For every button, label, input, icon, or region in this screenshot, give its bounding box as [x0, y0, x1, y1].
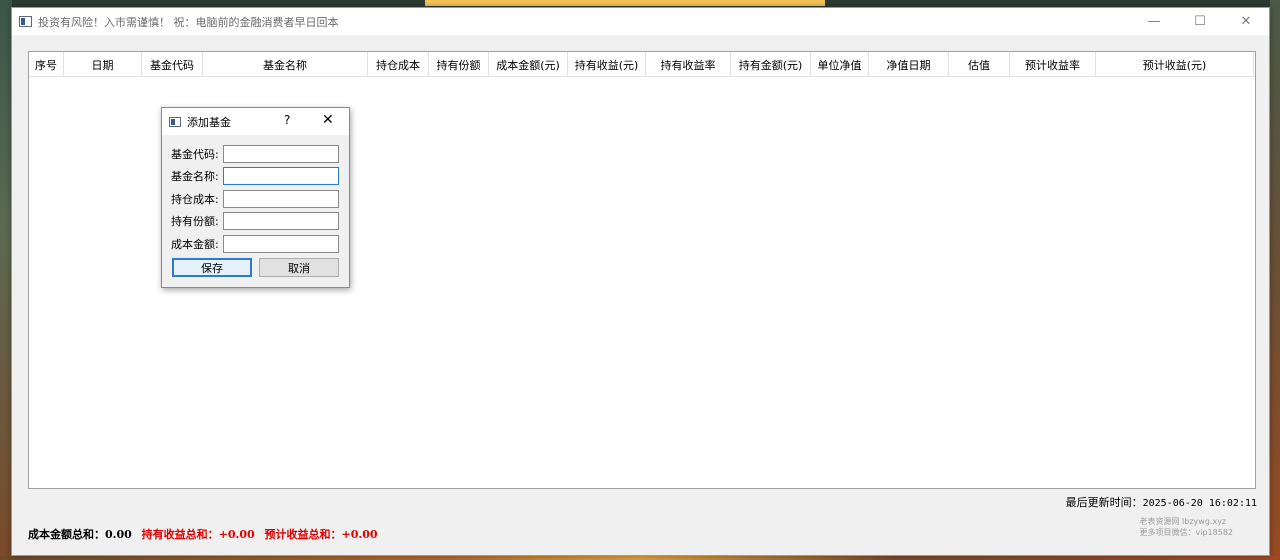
dialog-title-bar[interactable]: 添加基金 ? ✕ [162, 108, 349, 135]
expected-profit-label: 预计收益总和： [264, 528, 342, 541]
fund-code-input[interactable] [223, 145, 339, 163]
cost-amount-label: 成本金额: [171, 238, 219, 251]
dialog-close-button[interactable]: ✕ [322, 112, 334, 128]
last-update-time: 2025-06-20 16:02:11 [1142, 498, 1257, 509]
minimize-button[interactable]: — [1131, 8, 1177, 35]
form-row-fund-code: 基金代码: [171, 145, 339, 163]
holding-shares-input[interactable] [223, 212, 339, 230]
column-header-fund-name[interactable]: 基金名称 [203, 52, 368, 77]
form-row-holding-shares: 持有份额: [171, 212, 339, 230]
holding-profit-label: 持有收益总和： [141, 528, 219, 541]
close-button[interactable]: ✕ [1223, 8, 1269, 35]
column-header-unit-nav[interactable]: 单位净值 [811, 52, 869, 77]
add-fund-dialog: 添加基金 ? ✕ 基金代码: 基金名称: 持仓成本: 持有份额: 成本金额: 保… [161, 107, 350, 288]
cost-total-label: 成本金额总和： [28, 528, 105, 541]
column-header-holding-amount[interactable]: 持有金额(元) [731, 52, 811, 77]
desktop-banner-strip [425, 0, 825, 6]
last-update-status: 最后更新时间：2025-06-20 16:02:11 [1066, 494, 1257, 510]
desktop-background-right [1270, 0, 1280, 560]
cost-total-value: 0.00 [105, 528, 132, 541]
cancel-button[interactable]: 取消 [259, 258, 339, 277]
fund-code-label: 基金代码: [171, 148, 219, 161]
window-title: 投资有风险！入市需谨慎！ 祝：电脑前的金融消费者早日回本 [38, 15, 339, 29]
dialog-window-icon [169, 116, 181, 127]
holding-profit-value: +0.00 [218, 528, 255, 541]
column-header-holding-profit[interactable]: 持有收益(元) [568, 52, 646, 77]
holding-cost-label: 持仓成本: [171, 193, 219, 206]
save-button[interactable]: 保存 [172, 258, 252, 277]
cost-amount-input[interactable] [223, 235, 339, 253]
app-window-icon [19, 16, 32, 27]
maximize-button[interactable]: ☐ [1177, 8, 1223, 35]
last-update-label: 最后更新时间： [1065, 496, 1143, 509]
watermark: 老表资源网 lbzywg.xyz 更多项目微信：vip18582 [1140, 516, 1233, 538]
column-header-estimate[interactable]: 估值 [949, 52, 1010, 77]
summary-bar: 成本金额总和：0.00 持有收益总和：+0.00 预计收益总和：+0.00 [28, 526, 378, 542]
form-row-fund-name: 基金名称: [171, 167, 339, 185]
column-header-fund-code[interactable]: 基金代码 [142, 52, 203, 77]
column-header-cost-amount[interactable]: 成本金额(元) [489, 52, 568, 77]
column-header-date[interactable]: 日期 [64, 52, 142, 77]
holding-shares-label: 持有份额: [171, 215, 219, 228]
fund-name-label: 基金名称: [171, 170, 219, 183]
form-row-holding-cost: 持仓成本: [171, 190, 339, 208]
holding-cost-input[interactable] [223, 190, 339, 208]
column-header-nav-date[interactable]: 净值日期 [869, 52, 949, 77]
column-header-holding-cost[interactable]: 持仓成本 [368, 52, 429, 77]
column-header-index[interactable]: 序号 [29, 52, 64, 77]
desktop-background-bottom [0, 556, 1280, 560]
column-header-expected-profit[interactable]: 预计收益(元) [1096, 52, 1254, 77]
form-row-cost-amount: 成本金额: [171, 235, 339, 253]
dialog-title: 添加基金 [187, 115, 231, 129]
expected-profit-value: +0.00 [341, 528, 378, 541]
fund-name-input[interactable] [223, 167, 339, 185]
window-controls: — ☐ ✕ [1131, 8, 1269, 35]
title-bar[interactable]: 投资有风险！入市需谨慎！ 祝：电脑前的金融消费者早日回本 — ☐ ✕ [12, 8, 1269, 35]
table-header: 序号 日期 基金代码 基金名称 持仓成本 持有份额 成本金额(元) 持有收益(元… [29, 52, 1255, 77]
watermark-line-1: 老表资源网 lbzywg.xyz [1139, 517, 1227, 526]
column-header-holding-yield[interactable]: 持有收益率 [646, 52, 731, 77]
watermark-line-2: 更多项目微信：vip18582 [1139, 528, 1233, 537]
help-button[interactable]: ? [284, 113, 290, 127]
column-header-expected-yield[interactable]: 预计收益率 [1010, 52, 1096, 77]
column-header-holding-shares[interactable]: 持有份额 [429, 52, 489, 77]
